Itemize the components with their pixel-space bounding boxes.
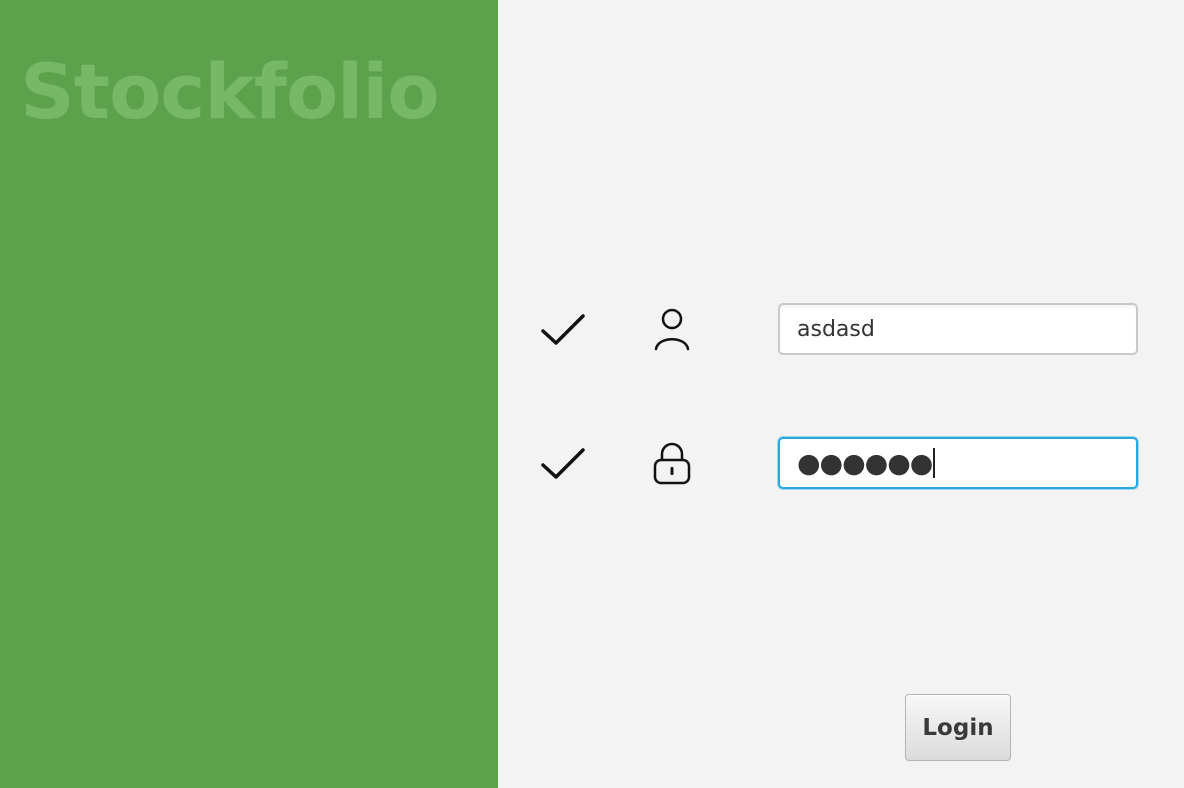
username-value: asdasd	[797, 316, 875, 342]
username-input[interactable]: asdasd	[778, 303, 1138, 355]
brand-panel: Stockfolio	[0, 0, 498, 788]
username-valid-check-icon	[541, 314, 585, 345]
password-input[interactable]: ●●●●●●	[778, 437, 1138, 489]
password-masked-value: ●●●●●●	[797, 447, 933, 479]
text-caret	[933, 448, 936, 478]
user-icon	[654, 308, 690, 351]
app-logo-title: Stockfolio	[20, 47, 439, 136]
lock-icon	[653, 442, 691, 485]
login-form: asdasd ●●●●●● Login	[498, 0, 1184, 788]
password-valid-check-icon	[541, 448, 585, 479]
login-button[interactable]: Login	[905, 694, 1011, 761]
